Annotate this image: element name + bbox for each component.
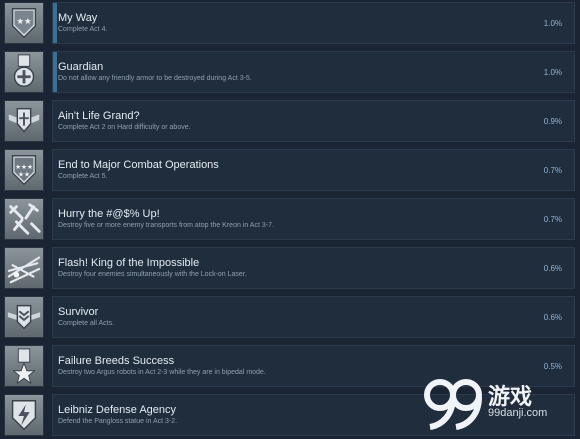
- achievement-bar: Hurry the #@$% Up! Destroy five or more …: [52, 198, 575, 240]
- aircraft-formation-icon: [4, 198, 44, 240]
- achievement-title: My Way: [58, 12, 98, 24]
- achievement-description: Complete Act 4.: [58, 26, 108, 33]
- achievement-row[interactable]: Flash! King of the Impossible Destroy fo…: [0, 245, 580, 294]
- achievement-description: Destroy two Argus robots in Act 2-3 whil…: [58, 369, 266, 376]
- achievement-title: Leibniz Defense Agency: [58, 404, 177, 416]
- achievement-percent: 0.5%: [543, 362, 562, 371]
- achievement-row[interactable]: Hurry the #@$% Up! Destroy five or more …: [0, 196, 580, 245]
- achievement-description: Complete all Acts.: [58, 320, 115, 327]
- highlight-accent: [53, 52, 57, 92]
- achievement-percent: 0.6%: [543, 264, 562, 273]
- achievement-bar: Ain't Life Grand? Complete Act 2 on Hard…: [52, 100, 575, 142]
- svg-text:★★: ★★: [18, 171, 30, 179]
- achievement-description: Do not allow any friendly armor to be de…: [58, 75, 252, 82]
- five-stars-shield-icon: ★★★ ★★: [4, 149, 44, 191]
- achievement-bar: My Way Complete Act 4. 1.0%: [52, 2, 575, 44]
- achievement-list: ★★ My Way Complete Act 4. 1.0% Guardian …: [0, 0, 580, 439]
- achievement-percent: 0.7%: [543, 215, 562, 224]
- achievement-description: Destroy four enemies simultaneously with…: [58, 271, 247, 278]
- achievement-percent: 1.0%: [543, 68, 562, 77]
- site-watermark: 游戏 99danji.com: [422, 373, 572, 433]
- achievement-description: Defend the Pangloss statue in Act 3-2.: [58, 418, 178, 425]
- achievement-bar: Survivor Complete all Acts. 0.6%: [52, 296, 575, 338]
- achievement-title: Hurry the #@$% Up!: [58, 208, 160, 220]
- achievement-title: End to Major Combat Operations: [58, 159, 219, 171]
- achievement-title: Guardian: [58, 61, 104, 73]
- achievement-description: Destroy five or more enemy transports fr…: [58, 222, 274, 229]
- achievement-bar: Guardian Do not allow any friendly armor…: [52, 51, 575, 93]
- achievement-bar: Flash! King of the Impossible Destroy fo…: [52, 247, 575, 289]
- winged-shield-icon: [4, 100, 44, 142]
- achievement-title: Ain't Life Grand?: [58, 110, 140, 122]
- medal-cross-icon: [4, 51, 44, 93]
- achievement-percent: 0.9%: [543, 117, 562, 126]
- star-medal-icon: [4, 345, 44, 387]
- achievement-percent: 0.6%: [543, 313, 562, 322]
- achievement-description: Complete Act 2 on Hard difficulty or abo…: [58, 124, 191, 131]
- watermark-url: 99danji.com: [488, 407, 548, 419]
- svg-text:★★: ★★: [16, 17, 32, 27]
- laser-beams-icon: [4, 247, 44, 289]
- achievement-row[interactable]: Survivor Complete all Acts. 0.6%: [0, 294, 580, 343]
- achievement-title: Flash! King of the Impossible: [58, 257, 200, 269]
- achievement-title: Survivor: [58, 306, 99, 318]
- achievement-description: Complete Act 5.: [58, 173, 108, 180]
- winged-badge-icon: [4, 296, 44, 338]
- achievement-row[interactable]: Ain't Life Grand? Complete Act 2 on Hard…: [0, 98, 580, 147]
- lightning-shield-icon: [4, 394, 44, 436]
- achievement-percent: 0.7%: [543, 166, 562, 175]
- achievement-percent: 1.0%: [543, 19, 562, 28]
- stars-chevron-shield-icon: ★★: [4, 2, 44, 44]
- achievement-row[interactable]: Guardian Do not allow any friendly armor…: [0, 49, 580, 98]
- achievement-title: Failure Breeds Success: [58, 355, 175, 367]
- highlight-accent: [53, 3, 57, 43]
- achievement-row[interactable]: ★★★ ★★ End to Major Combat Operations Com…: [0, 147, 580, 196]
- achievement-bar: End to Major Combat Operations Complete …: [52, 149, 575, 191]
- 99-logo-icon: [424, 379, 482, 430]
- achievement-row[interactable]: ★★ My Way Complete Act 4. 1.0%: [0, 0, 580, 49]
